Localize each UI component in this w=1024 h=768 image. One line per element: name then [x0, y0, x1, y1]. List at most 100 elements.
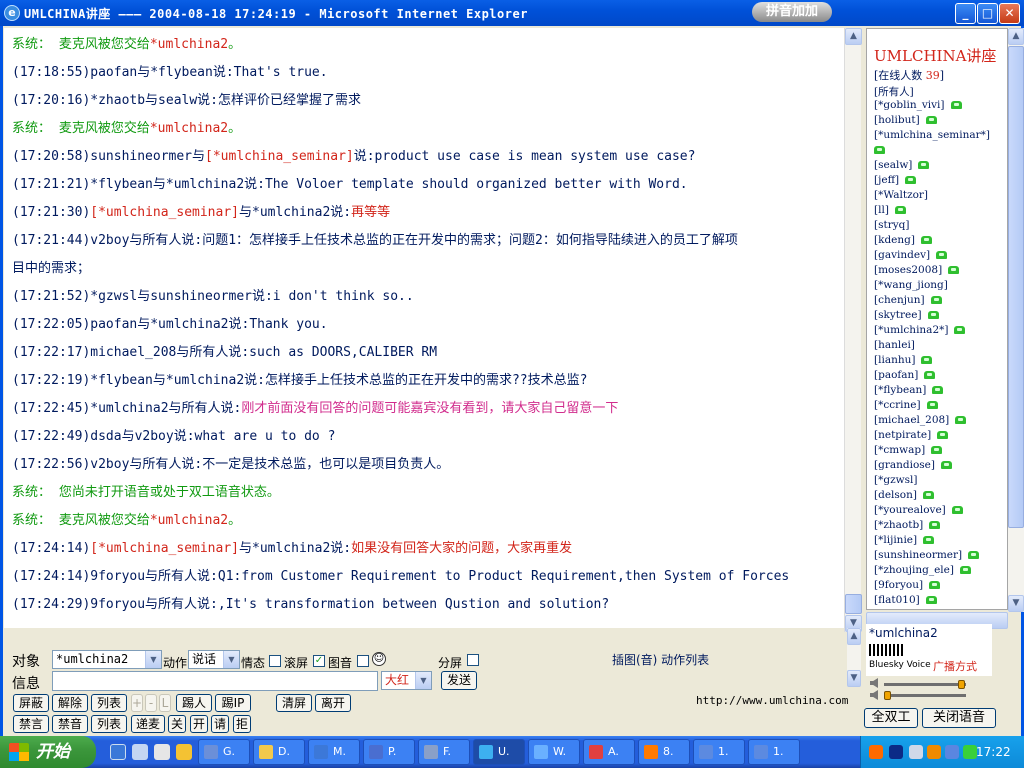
- taskbar-button[interactable]: 1.: [693, 739, 745, 765]
- user-list-item[interactable]: [flat010]: [874, 594, 937, 606]
- chat-scrollbar[interactable]: ▲ ▼: [844, 28, 862, 632]
- speaker-volume-knob[interactable]: [958, 680, 965, 689]
- security-tray-icon[interactable]: [927, 745, 941, 759]
- user-list-item[interactable]: [netpirate]: [874, 429, 949, 441]
- chat-log[interactable]: 系统： 麦克风被您交给*umlchina2。 (17:18:55)paofan与*…: [4, 28, 844, 628]
- user-list-item[interactable]: [sealw]: [874, 159, 930, 171]
- taskbar-button[interactable]: W.: [528, 739, 580, 765]
- taskbar-button[interactable]: F.: [418, 739, 470, 765]
- monitor-tray-icon[interactable]: [889, 745, 903, 759]
- user-list-item[interactable]: [*Waltzor]: [874, 189, 928, 201]
- image-checkbox[interactable]: ✓: [313, 655, 325, 667]
- start-button[interactable]: 开始: [0, 736, 96, 768]
- target-select[interactable]: *umlchina2 ▼: [52, 650, 162, 669]
- smiley-icon[interactable]: ☺: [372, 652, 386, 666]
- ie-quicklaunch-icon[interactable]: [110, 744, 126, 760]
- row2-button[interactable]: 禁音: [52, 715, 88, 733]
- action-select[interactable]: 说话 ▼: [188, 650, 240, 669]
- user-list-item[interactable]: [gavindev]: [874, 249, 948, 261]
- taskbar-button[interactable]: U.: [473, 739, 525, 765]
- taskbar-button[interactable]: 1.: [748, 739, 800, 765]
- folder-quicklaunch-icon[interactable]: [176, 744, 192, 760]
- user-list-item[interactable]: [*yourealove]: [874, 504, 963, 516]
- ime-badge[interactable]: 拼音加加: [752, 2, 832, 22]
- row1-button[interactable]: L: [159, 694, 171, 712]
- voice-scrollbar[interactable]: ▲ ▼: [847, 628, 861, 687]
- media-list-link[interactable]: 插图(音) 动作列表: [612, 651, 709, 668]
- taskbar-button[interactable]: A.: [583, 739, 635, 765]
- row1-button[interactable]: 屏蔽: [13, 694, 49, 712]
- full-duplex-button[interactable]: 全双工: [864, 708, 918, 728]
- close-voice-button[interactable]: 关闭语音: [922, 708, 996, 728]
- user-list-item[interactable]: [*gzwsl]: [874, 474, 917, 486]
- user-list-item[interactable]: [jeff]: [874, 174, 917, 186]
- user-list-item[interactable]: [*lijinie]: [874, 534, 935, 546]
- split-checkbox[interactable]: [467, 654, 479, 666]
- chevron-down-icon[interactable]: ▼: [223, 651, 239, 668]
- user-list-item[interactable]: [chenjun]: [874, 294, 942, 306]
- row2-button[interactable]: 关: [168, 715, 186, 733]
- row2-button[interactable]: 开: [190, 715, 208, 733]
- user-list-item[interactable]: [michael_208]: [874, 414, 967, 426]
- scroll-thumb[interactable]: [1008, 46, 1024, 528]
- row2-button[interactable]: 禁言: [13, 715, 49, 733]
- user-list-item[interactable]: [*zhaotb]: [874, 519, 941, 531]
- row1-button[interactable]: -: [145, 694, 157, 712]
- taskbar-button[interactable]: G.: [198, 739, 250, 765]
- message-input[interactable]: [52, 671, 378, 691]
- chevron-down-icon[interactable]: ▼: [145, 651, 161, 668]
- user-list[interactable]: UMLCHINA讲座 [在线人数 39] [所有人] [*goblin_vivi]…: [866, 28, 1008, 610]
- scroll-down-icon[interactable]: ▼: [847, 670, 861, 687]
- row1-button[interactable]: 解除: [52, 694, 88, 712]
- font-color-select[interactable]: 大红 ▼: [381, 671, 432, 690]
- user-list-item[interactable]: [stryq]: [874, 219, 909, 231]
- scroll-checkbox[interactable]: [269, 655, 281, 667]
- user-list-item[interactable]: [*zhoujing_ele]: [874, 564, 971, 576]
- user-list-item[interactable]: [9foryou]: [874, 579, 941, 591]
- media-quicklaunch-icon[interactable]: [154, 744, 170, 760]
- user-list-item[interactable]: [delson]: [874, 489, 934, 501]
- row1-button[interactable]: 踢人: [176, 694, 212, 712]
- user-list-item[interactable]: [*wang_jiong]: [874, 279, 948, 291]
- user-list-item[interactable]: [hanlei]: [874, 339, 915, 351]
- user-list-item[interactable]: [*flybean]: [874, 384, 944, 396]
- row2-button[interactable]: 递麦: [131, 715, 165, 733]
- ime-tray-icon[interactable]: [963, 745, 977, 759]
- row2-button[interactable]: 请: [211, 715, 229, 733]
- chevron-down-icon[interactable]: ▼: [415, 672, 431, 689]
- maximize-button[interactable]: □: [977, 3, 998, 24]
- close-button[interactable]: ✕: [999, 3, 1020, 24]
- user-list-item[interactable]: [*goblin_vivi]: [874, 99, 962, 111]
- user-list-item[interactable]: [sunshineormer]: [874, 549, 980, 561]
- row1-button[interactable]: 列表: [91, 694, 127, 712]
- scroll-down-icon[interactable]: ▼: [1008, 595, 1024, 612]
- row1-button[interactable]: 踢IP: [215, 694, 251, 712]
- taskbar-button[interactable]: 8.: [638, 739, 690, 765]
- mic-volume-slider[interactable]: [884, 694, 966, 697]
- user-list-item[interactable]: [*cmwap]: [874, 444, 943, 456]
- desktop-quicklaunch-icon[interactable]: [132, 744, 148, 760]
- user-list-item[interactable]: [*umlchina2*]: [874, 324, 966, 336]
- user-list-scrollbar[interactable]: ▲ ▼: [1008, 28, 1024, 612]
- user-list-item[interactable]: [*ccrine]: [874, 399, 938, 411]
- scroll-up-icon[interactable]: ▲: [847, 628, 861, 645]
- network-tray-icon[interactable]: [909, 745, 923, 759]
- row2-button[interactable]: 拒: [233, 715, 251, 733]
- scroll-thumb[interactable]: [845, 594, 862, 614]
- mic-volume-knob[interactable]: [884, 691, 891, 700]
- speaker-volume-slider[interactable]: [884, 683, 966, 686]
- volume-tray-icon[interactable]: [945, 745, 959, 759]
- minimize-button[interactable]: _: [955, 3, 976, 24]
- user-list-item[interactable]: [kdeng]: [874, 234, 932, 246]
- scroll-up-icon[interactable]: ▲: [845, 28, 862, 45]
- row1-button[interactable]: +: [131, 694, 143, 712]
- user-list-item[interactable]: [moses2008]: [874, 264, 960, 276]
- smiley-checkbox[interactable]: [357, 655, 369, 667]
- user-list-item[interactable]: [paofan]: [874, 369, 936, 381]
- taskbar-button[interactable]: D.: [253, 739, 305, 765]
- title-bar[interactable]: e UMLCHINA讲座 ——— 2004-08-18 17:24:19 - M…: [0, 0, 1024, 26]
- row1-button[interactable]: 清屏: [276, 694, 312, 712]
- flag-tray-icon[interactable]: [869, 745, 883, 759]
- taskbar-button[interactable]: M.: [308, 739, 360, 765]
- row2-button[interactable]: 列表: [91, 715, 127, 733]
